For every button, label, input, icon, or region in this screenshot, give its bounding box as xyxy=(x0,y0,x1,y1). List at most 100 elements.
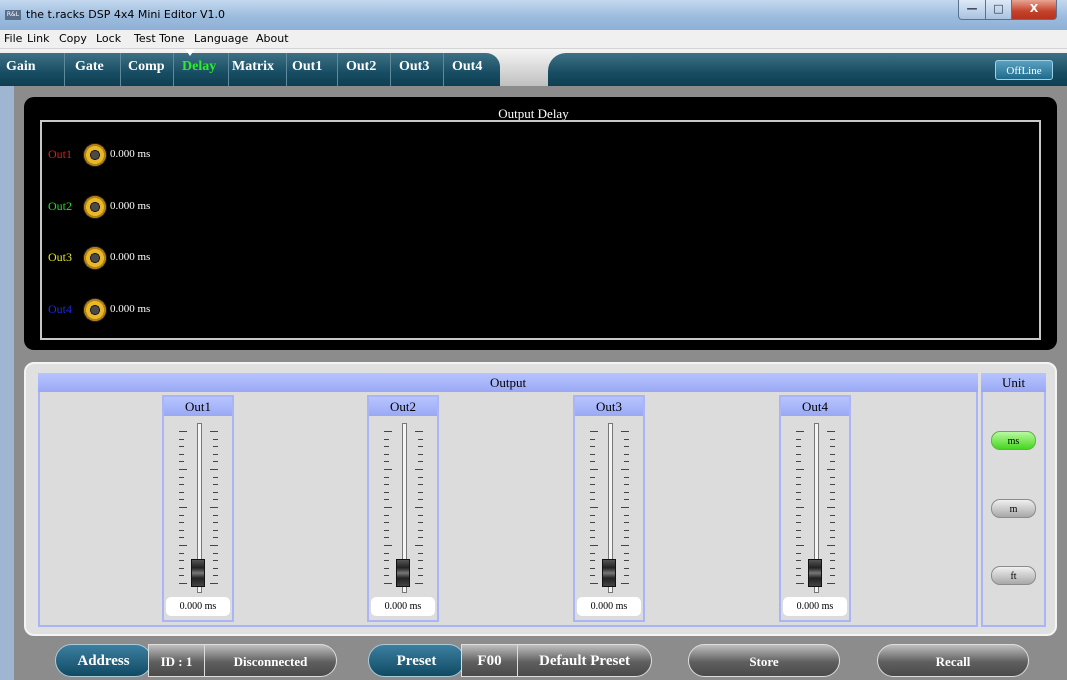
fader-tick xyxy=(830,477,835,478)
preset-name: Default Preset xyxy=(517,644,652,677)
menu-about[interactable]: About xyxy=(256,32,289,45)
store-button[interactable]: Store xyxy=(688,644,840,677)
tab-gain[interactable]: Gain xyxy=(6,59,36,75)
fader-tick xyxy=(213,439,218,440)
fader-tick xyxy=(213,522,218,523)
fader-tick xyxy=(590,454,595,455)
fader-tick xyxy=(213,454,218,455)
fader-tick xyxy=(384,507,392,508)
fader-tick xyxy=(830,446,835,447)
menu-file[interactable]: File xyxy=(4,32,22,45)
fader-tick xyxy=(830,537,835,538)
fader-tick xyxy=(384,454,389,455)
tab-out3[interactable]: Out3 xyxy=(399,59,429,75)
tab-out2[interactable]: Out2 xyxy=(346,59,376,75)
fader-tick xyxy=(621,469,629,470)
fader-tick xyxy=(384,575,389,576)
minimize-button[interactable]: — xyxy=(958,0,986,20)
fader-value-out4[interactable]: 0.000 ms xyxy=(783,597,847,616)
tab-separator xyxy=(173,53,174,86)
fader-tick xyxy=(624,446,629,447)
menu-test-tone[interactable]: Test Tone xyxy=(134,32,184,45)
fader-tick xyxy=(796,575,801,576)
menu-language[interactable]: Language xyxy=(194,32,248,45)
fader-handle-out1[interactable] xyxy=(191,559,205,587)
fader-tick xyxy=(796,492,801,493)
device-id: ID : 1 xyxy=(148,644,205,677)
fader-tick xyxy=(418,537,423,538)
fader-tick xyxy=(179,484,184,485)
fader-tick xyxy=(796,583,804,584)
fader-tick xyxy=(210,583,218,584)
fader-tick xyxy=(213,492,218,493)
fader-tick xyxy=(796,515,801,516)
recall-button[interactable]: Recall xyxy=(877,644,1029,677)
fader-tick xyxy=(830,439,835,440)
tab-matrix[interactable]: Matrix xyxy=(232,59,274,75)
fader-tick xyxy=(213,530,218,531)
menu-link[interactable]: Link xyxy=(27,32,50,45)
fader-tick xyxy=(179,507,187,508)
fader-tick xyxy=(384,583,392,584)
fader-tick xyxy=(590,446,595,447)
fader-tick xyxy=(796,522,801,523)
tab-separator xyxy=(64,53,65,86)
delay-knob-out2-icon[interactable] xyxy=(83,195,107,219)
tab-separator xyxy=(337,53,338,86)
preset-button[interactable]: Preset xyxy=(368,644,465,677)
fader-handle-out3[interactable] xyxy=(602,559,616,587)
fader-tick xyxy=(624,553,629,554)
offline-button[interactable]: OffLine xyxy=(995,60,1053,80)
fader-tick xyxy=(590,575,595,576)
menu-copy[interactable]: Copy xyxy=(59,32,87,45)
close-button[interactable]: X xyxy=(1011,0,1057,20)
tab-out1[interactable]: Out1 xyxy=(292,59,322,75)
fader-handle-out2[interactable] xyxy=(396,559,410,587)
fader-tick xyxy=(213,461,218,462)
fader-tick xyxy=(179,431,187,432)
fader-value-out2[interactable]: 0.000 ms xyxy=(371,597,435,616)
fader-handle-out4[interactable] xyxy=(808,559,822,587)
fader-tick xyxy=(418,477,423,478)
tab-delay[interactable]: Delay xyxy=(182,59,216,75)
fader-tick xyxy=(213,560,218,561)
fader-tick xyxy=(213,515,218,516)
tab-comp[interactable]: Comp xyxy=(128,59,165,75)
fader-tick xyxy=(590,553,595,554)
fader-tick xyxy=(384,484,389,485)
fader-tick xyxy=(796,439,801,440)
fader-value-out1[interactable]: 0.000 ms xyxy=(166,597,230,616)
delay-knob-out3-icon[interactable] xyxy=(83,246,107,270)
fader-tick xyxy=(796,446,801,447)
fader-tick xyxy=(830,499,835,500)
unit-m-button[interactable]: m xyxy=(991,499,1036,518)
fader-tick xyxy=(179,553,184,554)
tab-separator xyxy=(228,53,229,86)
menu-lock[interactable]: Lock xyxy=(96,32,121,45)
maximize-button[interactable]: □ xyxy=(985,0,1012,20)
tab-gate[interactable]: Gate xyxy=(75,59,104,75)
fader-tick xyxy=(590,522,595,523)
fader-tick xyxy=(179,522,184,523)
fader-tick xyxy=(796,477,801,478)
fader-tick xyxy=(624,439,629,440)
fader-tick xyxy=(418,439,423,440)
fader-tick xyxy=(796,530,801,531)
fader-tick xyxy=(418,530,423,531)
delay-knob-out1-icon[interactable] xyxy=(83,143,107,167)
fader-scale-right xyxy=(621,431,629,584)
fader-tick xyxy=(384,439,389,440)
fader-tick xyxy=(830,575,835,576)
unit-ms-button[interactable]: ms xyxy=(991,431,1036,450)
fader-tick xyxy=(418,560,423,561)
delay-knob-out4-icon[interactable] xyxy=(83,298,107,322)
delay-label-out2: Out2 xyxy=(48,199,72,213)
fader-value-out3[interactable]: 0.000 ms xyxy=(577,597,641,616)
fader-tick xyxy=(590,545,598,546)
unit-ft-button[interactable]: ft xyxy=(991,566,1036,585)
tab-out4[interactable]: Out4 xyxy=(452,59,482,75)
connection-status: Disconnected xyxy=(204,644,337,677)
address-button[interactable]: Address xyxy=(55,644,152,677)
fader-tick xyxy=(418,553,423,554)
delay-value-out4: 0.000 ms xyxy=(110,303,151,315)
